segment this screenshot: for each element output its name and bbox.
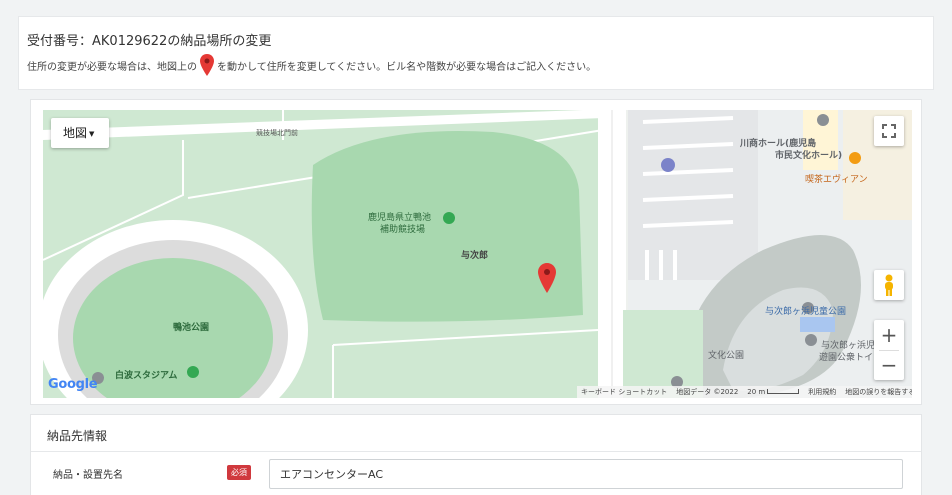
pegman-icon (885, 274, 893, 296)
scale-label: 20 m (747, 388, 766, 396)
section-title: 納品先情報 (47, 429, 108, 443)
delivery-name-label: 納品・設置先名 (53, 470, 123, 481)
zoom-divider (879, 350, 899, 351)
scale-bar (767, 389, 800, 394)
scale-indicator[interactable]: 20 m (747, 388, 800, 396)
delivery-name-input[interactable] (269, 459, 903, 489)
terms-link[interactable]: 利用規約 (808, 387, 836, 397)
map-label-toilet-2: 遊園公衆トイレ (819, 353, 883, 363)
map-attribution: キーボード ショートカット 地図データ ©2022 20 m 利用規約 地図の誤… (577, 386, 912, 398)
map-type-label: 地図 (63, 126, 88, 140)
map-label-stadium-2: 補助競技場 (380, 225, 426, 235)
instruction-before: 住所の変更が必要な場合は、地図上の (27, 61, 197, 73)
google-logo: Google (48, 377, 98, 392)
instruction-after: を動かして住所を変更してください。ビル名や階数が必要な場合はご記入ください。 (217, 61, 597, 73)
map-label-yojigahama-park: 与次郎ヶ浜児童公園 (765, 307, 847, 317)
map-data-text: 地図データ ©2022 (676, 388, 739, 396)
map-type-button[interactable]: 地図 ▼ (51, 118, 109, 148)
header-card: 受付番号：AK0129622の納品場所の変更 住所の変更が必要な場合は、地図上の… (18, 16, 934, 90)
fullscreen-button[interactable] (874, 116, 904, 146)
map-pin-icon (200, 54, 214, 76)
zoom-control: + − (874, 320, 904, 380)
location-marker-icon[interactable] (538, 263, 556, 293)
map-label-north-gate: 競技場北門前 (256, 129, 298, 137)
fullscreen-icon (882, 124, 896, 138)
required-badge: 必須 (227, 465, 251, 480)
map-label-bunka-park: 文化公園 (708, 351, 745, 361)
street-view-button[interactable] (874, 270, 904, 300)
map-label-hall-2: 市民文化ホール) (775, 151, 843, 161)
map-card: 競技場北門前 鹿児島県立鴨池 補助競技場 与次郎 鴨池公園 白波スタジアム 川商… (30, 99, 922, 405)
page-title: 受付番号：AK0129622の納品場所の変更 (27, 34, 272, 49)
instruction-text: 住所の変更が必要な場合は、地図上の を動かして住所を変更してください。ビル名や階… (27, 54, 596, 76)
report-error-link[interactable]: 地図の誤りを報告する (845, 387, 912, 397)
google-logo-text: Google (48, 377, 98, 392)
map-label-shiranami-stadium: 白波スタジアム (115, 371, 178, 381)
map-label-cafe: 喫茶エヴィアン (805, 175, 868, 185)
delivery-info-section: 納品先情報 納品・設置先名 必須 (30, 414, 922, 495)
zoom-in-button[interactable]: + (874, 320, 904, 350)
map-canvas[interactable]: 競技場北門前 鹿児島県立鴨池 補助競技場 与次郎 鴨池公園 白波スタジアム 川商… (43, 110, 912, 398)
zoom-out-button[interactable]: − (874, 350, 904, 380)
keyboard-shortcuts-link[interactable]: キーボード ショートカット (581, 387, 667, 397)
map-label-yojiro: 与次郎 (461, 251, 489, 261)
section-divider (31, 451, 921, 452)
map-label-kamoike-park: 鴨池公園 (173, 323, 210, 333)
chevron-down-icon: ▼ (89, 129, 95, 138)
